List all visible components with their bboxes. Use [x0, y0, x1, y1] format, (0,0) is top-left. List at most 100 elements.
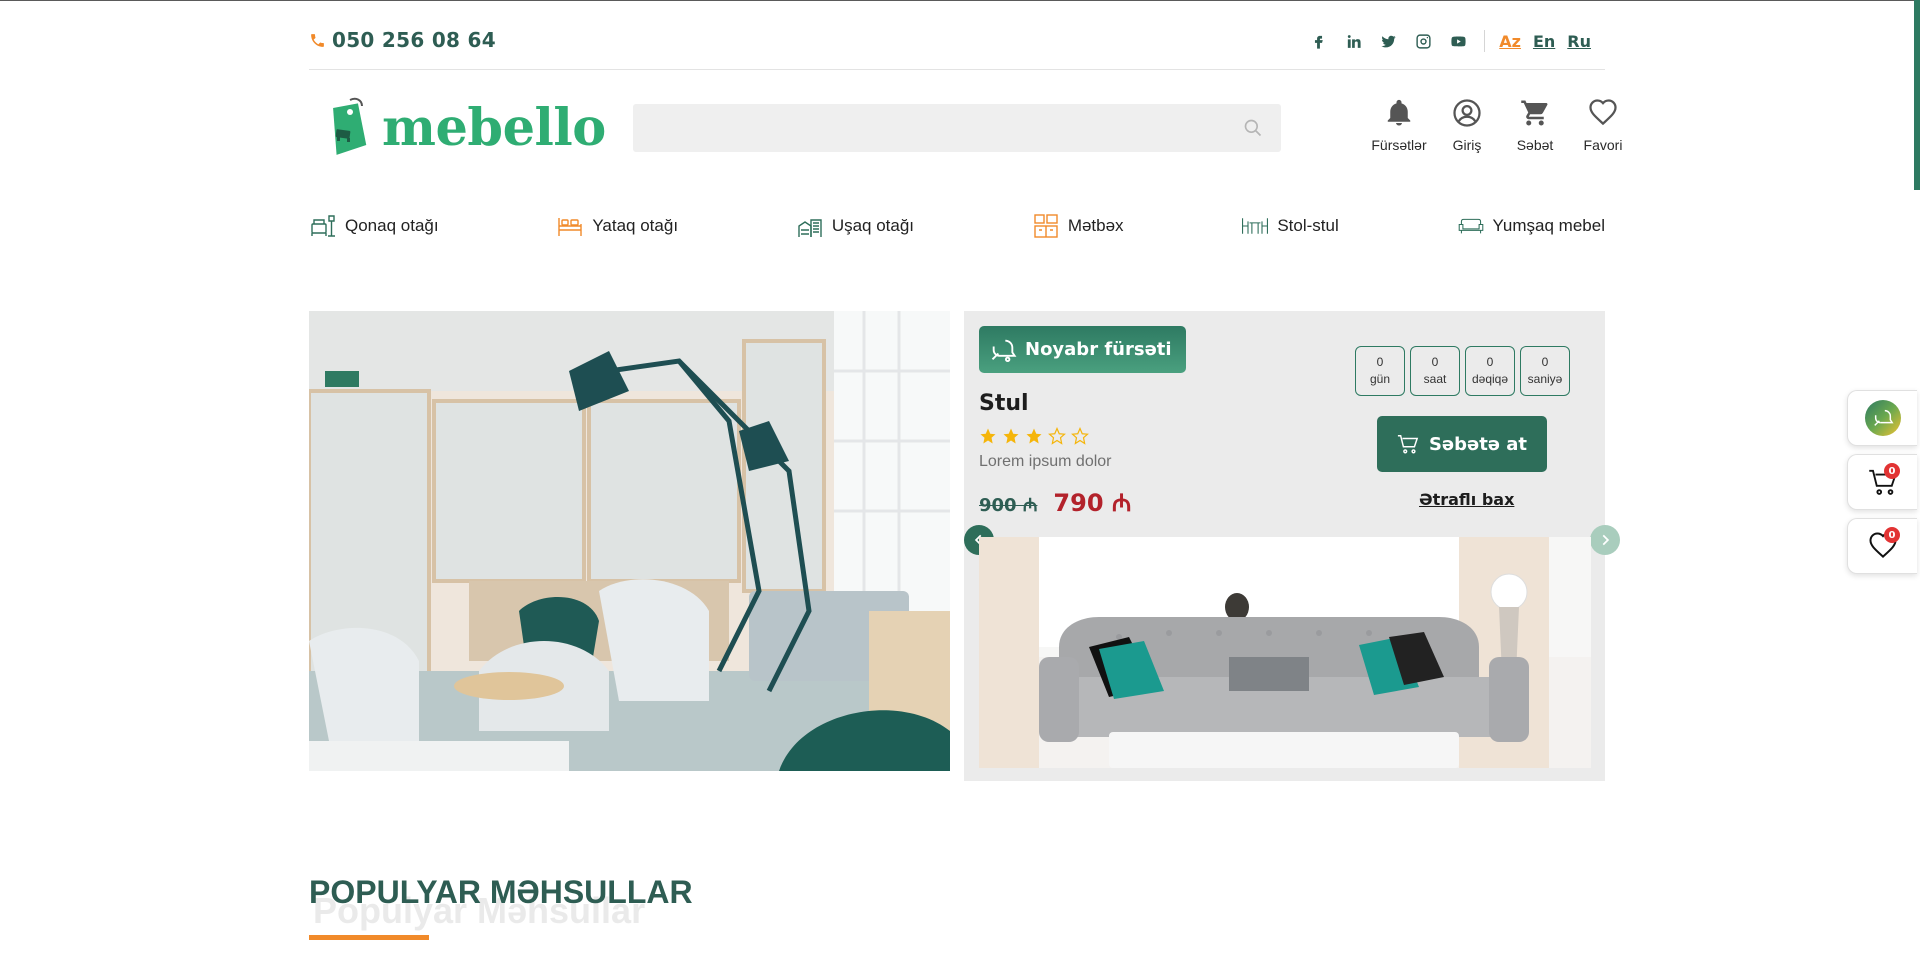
deal-product-image[interactable]	[979, 537, 1591, 768]
product-name[interactable]: Stul	[979, 391, 1029, 416]
facebook-icon[interactable]	[1309, 32, 1328, 51]
timer-minutes: 0 dəqiqə	[1465, 346, 1515, 396]
phone-contact[interactable]: 050 256 08 64	[309, 28, 496, 52]
bell-outline-icon	[991, 339, 1017, 362]
favorites-count-badge: 0	[1884, 527, 1900, 543]
deal-badge-text: Noyabr fürsəti	[1025, 339, 1172, 360]
scrollbar-thumb[interactable]	[1914, 0, 1920, 190]
header-actions: Fürsətlər Giriş Səbət Favori	[1370, 98, 1632, 153]
sofa-icon	[1458, 218, 1483, 234]
timer-hours: 0 saat	[1410, 346, 1460, 396]
login-label: Giriş	[1452, 137, 1482, 153]
category-kids-room[interactable]: Uşaq otağı	[796, 212, 914, 240]
timer-seconds: 0 saniyə	[1520, 346, 1570, 396]
star-filled-icon	[1003, 428, 1019, 444]
category-label: Yumşaq mebel	[1492, 216, 1605, 235]
popular-products-heading: Populyar Məhsullar POPULYAR MƏHSULLAR	[309, 874, 693, 931]
add-to-cart-label: Səbətə at	[1428, 433, 1528, 455]
lang-en[interactable]: En	[1533, 32, 1555, 51]
linkedin-icon[interactable]	[1344, 32, 1363, 51]
lang-az[interactable]: Az	[1499, 32, 1521, 51]
deal-badge: Noyabr fürsəti	[979, 326, 1186, 373]
details-link[interactable]: Ətraflı bax	[1419, 490, 1514, 509]
user-icon	[1453, 99, 1481, 127]
timer-value: 0	[1431, 355, 1439, 369]
timer-value: 0	[1376, 355, 1384, 369]
section-title: POPULYAR MƏHSULLAR	[309, 874, 693, 910]
timer-unit: saniyə	[1527, 372, 1563, 386]
category-label: Mətbəx	[1067, 216, 1124, 235]
countdown-timer: 0 gün 0 saat 0 dəqiqə 0 saniyə	[1355, 346, 1570, 396]
price-tag-logo-icon	[333, 97, 367, 155]
cart-label: Səbət	[1516, 137, 1554, 153]
kids-room-icon	[798, 219, 822, 237]
search-bar	[633, 104, 1281, 152]
category-table-chair[interactable]: Stol-stul	[1241, 212, 1339, 240]
deal-card: Noyabr fürsəti Stul Lorem ipsum dolor 90…	[964, 311, 1620, 781]
search-input[interactable]	[633, 104, 1281, 152]
floating-actions: 0 0	[1847, 390, 1917, 574]
heart-icon	[1589, 99, 1617, 126]
phone-icon	[311, 33, 324, 47]
youtube-icon[interactable]	[1449, 32, 1468, 51]
star-filled-icon	[980, 428, 996, 444]
timer-value: 0	[1486, 355, 1494, 369]
floating-cart-button[interactable]: 0	[1847, 454, 1917, 510]
floating-favorites-button[interactable]: 0	[1847, 518, 1917, 574]
category-kitchen[interactable]: Mətbəx	[1032, 212, 1124, 240]
category-label: Yataq otağı	[592, 216, 679, 235]
timer-unit: gün	[1369, 372, 1391, 386]
sofa-photo	[979, 537, 1591, 768]
add-to-cart-button[interactable]: Səbətə at	[1377, 416, 1547, 472]
divider	[1484, 30, 1486, 52]
favorites-button[interactable]: Favori	[1574, 98, 1632, 153]
table-chair-icon	[1242, 218, 1269, 234]
bell-icon	[1387, 99, 1411, 126]
kitchen-icon	[1034, 214, 1058, 238]
category-nav: Qonaq otağı Yataq otağı Uşaq otağı Mətbə…	[309, 212, 1605, 240]
search-icon[interactable]	[1243, 118, 1263, 138]
language-switcher: Az En Ru	[1499, 32, 1591, 51]
category-upholstered[interactable]: Yumşaq mebel	[1457, 212, 1605, 240]
cart-count-badge: 0	[1884, 463, 1900, 479]
timer-unit: saat	[1423, 372, 1447, 386]
cart-outline-icon	[1397, 435, 1419, 454]
category-label: Stol-stul	[1277, 216, 1339, 235]
timer-days: 0 gün	[1355, 346, 1405, 396]
instagram-icon[interactable]	[1414, 32, 1433, 51]
old-price: 900 ₼	[979, 495, 1038, 516]
lang-ru[interactable]: Ru	[1567, 32, 1591, 51]
category-bedroom[interactable]: Yataq otağı	[556, 212, 678, 240]
chevron-right-icon	[1602, 534, 1610, 546]
office-lounge-photo	[309, 311, 950, 771]
deals-label: Fürsətlər	[1371, 137, 1427, 153]
bed-icon	[558, 218, 583, 236]
living-room-icon	[311, 215, 335, 237]
timer-value: 0	[1541, 355, 1549, 369]
star-empty-icon	[1048, 427, 1066, 445]
star-empty-icon	[1071, 427, 1089, 445]
favorites-label: Favori	[1583, 137, 1623, 153]
deals-circle	[1864, 400, 1901, 436]
new-price: 790 ₼	[1053, 489, 1132, 517]
cart-icon	[1521, 100, 1548, 126]
phone-number: 050 256 08 64	[332, 28, 496, 52]
category-label: Uşaq otağı	[831, 216, 915, 235]
logo-wordmark: mebello	[382, 98, 606, 158]
star-filled-icon	[1026, 428, 1042, 444]
twitter-icon[interactable]	[1379, 32, 1398, 51]
social-links	[1309, 32, 1468, 51]
top-bar: 050 256 08 64 Az En Ru	[309, 20, 1605, 70]
product-rating	[979, 427, 1089, 445]
hero-banner-image[interactable]	[309, 311, 950, 771]
floating-deals-button[interactable]	[1847, 390, 1917, 446]
top-border	[0, 0, 1920, 1]
cart-button[interactable]: Səbət	[1506, 98, 1564, 153]
site-logo[interactable]: mebello	[316, 96, 606, 160]
product-description: Lorem ipsum dolor	[979, 453, 1112, 470]
product-prices: 900 ₼ 790 ₼	[979, 486, 1131, 519]
deals-button[interactable]: Fürsətlər	[1370, 98, 1428, 153]
category-living-room[interactable]: Qonaq otağı	[309, 212, 439, 240]
slider-next-button[interactable]	[1590, 525, 1620, 555]
login-button[interactable]: Giriş	[1438, 98, 1496, 153]
